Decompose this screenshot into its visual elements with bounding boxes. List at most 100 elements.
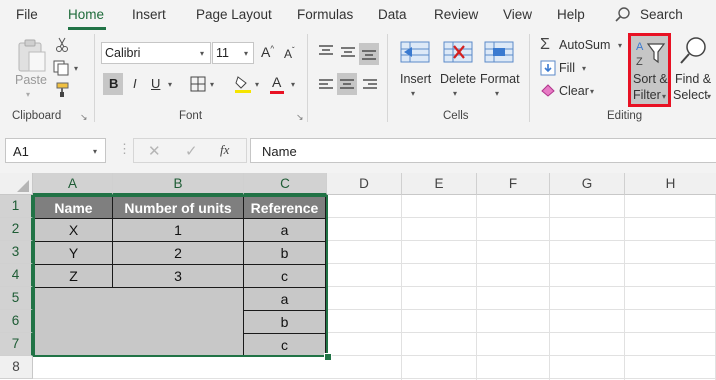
separator: [387, 34, 388, 122]
font-size-dropdown-icon[interactable]: ▾: [244, 49, 248, 58]
fill-color-dropdown-icon[interactable]: ▾: [255, 80, 259, 89]
row-header-7[interactable]: 7: [0, 333, 33, 356]
column-header-h[interactable]: H: [625, 173, 716, 195]
row-header-2[interactable]: 2: [0, 218, 33, 241]
column-header-g[interactable]: G: [550, 173, 625, 195]
autosum-dropdown-icon[interactable]: ▾: [618, 41, 622, 50]
find-select-label-2[interactable]: Select: [673, 88, 708, 102]
autosum-icon[interactable]: Σ: [540, 36, 550, 54]
clear-dropdown-icon[interactable]: ▾: [590, 87, 594, 96]
fill-dropdown-icon[interactable]: ▾: [582, 64, 586, 73]
find-select-dropdown-icon[interactable]: ▾: [707, 92, 711, 101]
copy-dropdown-icon[interactable]: ▾: [74, 64, 78, 73]
cancel-icon[interactable]: ✕: [148, 142, 161, 160]
tab-insert[interactable]: Insert: [132, 7, 166, 22]
paste-dropdown-icon[interactable]: ▾: [26, 90, 30, 99]
underline-dropdown-icon[interactable]: ▾: [168, 80, 172, 89]
name-box-dropdown-icon[interactable]: ▾: [93, 147, 97, 156]
borders-icon[interactable]: [190, 76, 206, 95]
column-header-c[interactable]: C: [244, 173, 327, 195]
insert-dropdown-icon[interactable]: ▾: [411, 89, 415, 98]
paste-button[interactable]: Paste: [15, 73, 47, 87]
align-left-icon[interactable]: [318, 78, 334, 95]
formula-input-value: Name: [262, 144, 297, 159]
row-header-1[interactable]: 1: [0, 195, 33, 218]
tab-home[interactable]: Home: [68, 7, 104, 22]
enter-icon[interactable]: ✓: [185, 142, 198, 160]
column-header-d[interactable]: D: [327, 173, 402, 195]
tab-data[interactable]: Data: [378, 7, 407, 22]
format-painter-icon[interactable]: [55, 82, 71, 101]
grow-font-button[interactable]: A^: [261, 44, 274, 60]
delete-cells-icon[interactable]: [443, 38, 473, 69]
tab-page-layout[interactable]: Page Layout: [196, 7, 272, 22]
column-header-f[interactable]: F: [477, 173, 550, 195]
format-cells-icon[interactable]: [484, 38, 514, 69]
sort-filter-label-2: Filter: [633, 88, 661, 102]
bold-button[interactable]: B: [103, 73, 123, 95]
insert-button[interactable]: Insert: [400, 72, 431, 86]
fill-button[interactable]: Fill: [559, 61, 575, 75]
tab-help[interactable]: Help: [557, 7, 585, 22]
row-header-6[interactable]: 6: [0, 310, 33, 333]
align-center-button[interactable]: [337, 73, 357, 95]
clipboard-group-label: Clipboard: [12, 110, 62, 122]
font-group-label: Font: [179, 110, 203, 122]
formula-bar-handle-icon[interactable]: ⋮: [118, 141, 131, 157]
align-top-icon[interactable]: [318, 44, 334, 61]
font-name-dropdown-icon[interactable]: ▾: [200, 49, 204, 58]
insert-cells-icon[interactable]: [400, 38, 430, 69]
align-middle-icon[interactable]: [340, 46, 356, 63]
font-color-dropdown-icon[interactable]: ▾: [291, 80, 295, 89]
insert-function-button[interactable]: fx: [220, 142, 229, 158]
fill-icon[interactable]: [540, 60, 556, 79]
select-all-corner[interactable]: [0, 173, 33, 195]
paste-icon[interactable]: [14, 38, 48, 77]
borders-dropdown-icon[interactable]: ▾: [210, 80, 214, 89]
tab-formulas[interactable]: Formulas: [297, 7, 353, 22]
font-name-box[interactable]: Calibri ▾: [101, 42, 211, 64]
formula-input[interactable]: Name: [250, 138, 716, 163]
shrink-font-button[interactable]: Aˇ: [284, 46, 295, 61]
column-header-b[interactable]: B: [113, 173, 244, 195]
font-launcher-icon[interactable]: ↘: [296, 112, 304, 123]
gridline: [549, 195, 550, 380]
cut-icon[interactable]: [55, 37, 69, 56]
font-size-value: 11: [216, 46, 229, 60]
sort-filter-icon: AZ: [634, 38, 666, 71]
menu-bar: File Home Insert Page Layout Formulas Da…: [0, 0, 716, 30]
row-header-3[interactable]: 3: [0, 241, 33, 264]
fill-handle[interactable]: [324, 353, 332, 361]
fill-color-icon[interactable]: [234, 74, 252, 97]
align-right-icon[interactable]: [362, 78, 378, 95]
underline-button[interactable]: U: [151, 76, 160, 91]
tab-review[interactable]: Review: [434, 7, 478, 22]
search-label[interactable]: Search: [640, 7, 683, 22]
row-header-8[interactable]: 8: [0, 356, 33, 379]
separator: [94, 34, 95, 122]
clipboard-launcher-icon[interactable]: ↘: [80, 112, 88, 123]
align-bottom-button[interactable]: [359, 43, 379, 65]
column-header-e[interactable]: E: [402, 173, 477, 195]
clear-button[interactable]: Clear: [559, 84, 589, 98]
find-select-label-1[interactable]: Find &: [675, 72, 711, 86]
search-icon[interactable]: [614, 6, 632, 27]
delete-dropdown-icon[interactable]: ▾: [453, 89, 457, 98]
row-header-5[interactable]: 5: [0, 287, 33, 310]
name-box[interactable]: A1 ▾: [5, 138, 106, 163]
font-size-box[interactable]: 11 ▾: [212, 42, 254, 64]
italic-button[interactable]: I: [133, 76, 137, 91]
tab-view[interactable]: View: [503, 7, 532, 22]
row-header-4[interactable]: 4: [0, 264, 33, 287]
copy-icon[interactable]: [53, 60, 71, 79]
format-dropdown-icon[interactable]: ▾: [495, 89, 499, 98]
autosum-button[interactable]: AutoSum: [559, 38, 610, 52]
format-button[interactable]: Format: [480, 72, 520, 86]
column-header-a[interactable]: A: [33, 173, 113, 195]
find-icon[interactable]: [678, 36, 708, 69]
delete-button[interactable]: Delete: [440, 72, 476, 86]
sort-filter-button[interactable]: AZ Sort & Filter ▾: [628, 33, 671, 107]
clear-icon[interactable]: [540, 83, 556, 100]
tab-file[interactable]: File: [16, 7, 38, 22]
font-name-value: Calibri: [105, 46, 141, 60]
